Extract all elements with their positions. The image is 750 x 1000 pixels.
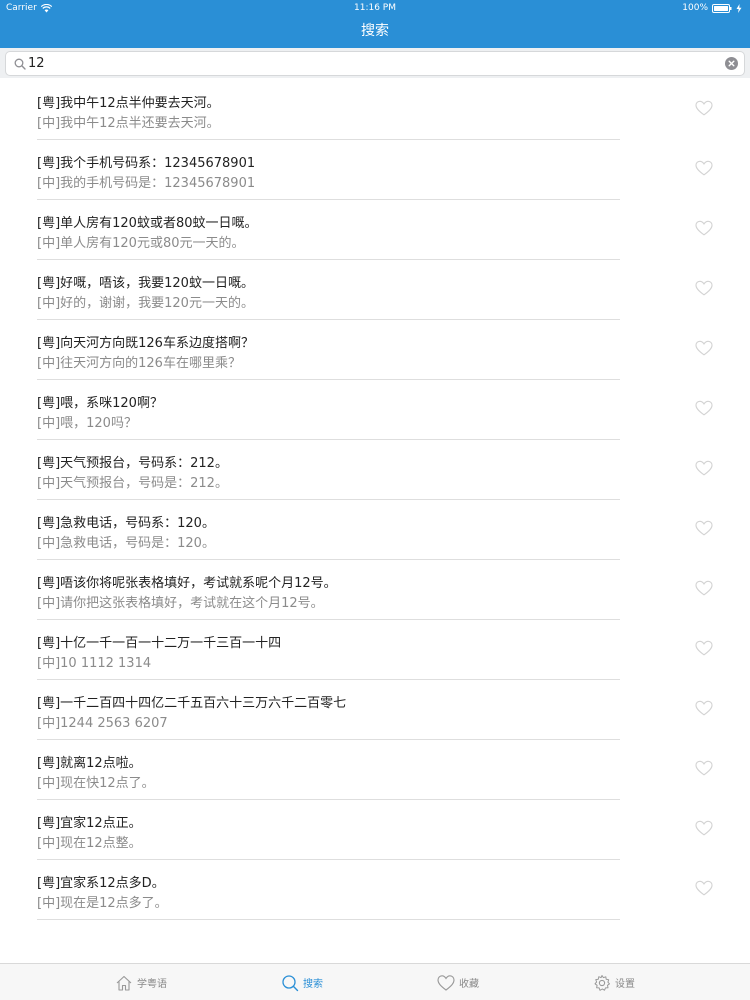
favorite-heart-icon[interactable] <box>695 100 713 116</box>
favorite-heart-icon[interactable] <box>695 700 713 716</box>
tab-label: 搜索 <box>303 979 323 990</box>
mandarin-translation: [中]现在是12点多了。 <box>37 896 168 911</box>
favorite-heart-icon[interactable] <box>695 400 713 416</box>
favorite-heart-icon[interactable] <box>695 280 713 296</box>
favorite-heart-icon[interactable] <box>695 760 713 776</box>
cantonese-phrase: [粤]宜家12点正。 <box>37 816 142 831</box>
mandarin-translation: [中]请你把这张表格填好，考试就在这个月12号。 <box>37 596 324 611</box>
list-item[interactable]: [粤]天气预报台，号码系：212。 [中]天气预报台，号码是：212。 <box>0 440 750 500</box>
list-item[interactable]: [粤]宜家系12点多D。 [中]现在是12点多了。 <box>0 860 750 920</box>
cantonese-phrase: [粤]我个手机号码系：12345678901 <box>37 156 256 171</box>
page-title: 搜索 <box>361 23 389 39</box>
status-bar: Carrier 11:16 PM 100% <box>0 0 750 16</box>
cantonese-phrase: [粤]宜家系12点多D。 <box>37 876 165 891</box>
list-item[interactable]: [粤]我个手机号码系：12345678901 [中]我的手机号码是：123456… <box>0 140 750 200</box>
mandarin-translation: [中]急救电话，号码是：120。 <box>37 536 215 551</box>
mandarin-translation: [中]我中午12点半还要去天河。 <box>37 116 220 131</box>
search-field[interactable] <box>5 51 745 76</box>
mandarin-translation: [中]单人房有120元或80元一天的。 <box>37 236 245 251</box>
clear-search-icon[interactable] <box>725 57 738 70</box>
list-item[interactable]: [粤]喂，系咪120啊？ [中]喂，120吗？ <box>0 380 750 440</box>
cantonese-phrase: [粤]向天河方向既126车系边度搭啊？ <box>37 336 254 351</box>
search-icon <box>282 974 299 991</box>
mandarin-translation: [中]现在12点整。 <box>37 836 142 851</box>
search-results-list: [粤]我中午12点半仲要去天河。 [中]我中午12点半还要去天河。 [粤]我个手… <box>0 80 750 920</box>
cantonese-phrase: [粤]唔该你将呢张表格填好，考试就系呢个月12号。 <box>37 576 337 591</box>
mandarin-translation: [中]喂，120吗？ <box>37 416 137 431</box>
mandarin-translation: [中]现在快12点了。 <box>37 776 155 791</box>
mandarin-translation: [中]1244 2563 6207 <box>37 716 168 731</box>
cantonese-phrase: [粤]一千二百四十四亿二千五百六十三万六千二百零七 <box>37 696 347 711</box>
tab-label: 学粤语 <box>137 979 167 990</box>
home-icon <box>116 975 132 991</box>
list-item[interactable]: [粤]急救电话，号码系：120。 [中]急救电话，号码是：120。 <box>0 500 750 560</box>
battery-indicator: 100% <box>682 0 742 16</box>
tab-label: 设置 <box>615 979 635 990</box>
search-input[interactable] <box>28 54 718 73</box>
status-time: 11:16 PM <box>354 3 396 13</box>
favorite-heart-icon[interactable] <box>695 160 713 176</box>
charging-icon <box>736 3 742 13</box>
search-bar <box>0 48 750 78</box>
tab-learn-cantonese[interactable]: 学粤语 <box>115 964 167 1000</box>
list-item[interactable]: [粤]十亿一千一百一十二万一千三百一十四 [中]10 1112 1314 <box>0 620 750 680</box>
battery-percent: 100% <box>682 3 708 13</box>
list-item[interactable]: [粤]单人房有120蚊或者80蚊一日嘅。 [中]单人房有120元或80元一天的。 <box>0 200 750 260</box>
mandarin-translation: [中]10 1112 1314 <box>37 656 152 671</box>
cantonese-phrase: [粤]好嘅，唔该，我要120蚊一日嘅。 <box>37 276 254 291</box>
list-item[interactable]: [粤]我中午12点半仲要去天河。 [中]我中午12点半还要去天河。 <box>0 80 750 140</box>
row-divider <box>37 919 620 920</box>
cantonese-phrase: [粤]单人房有120蚊或者80蚊一日嘅。 <box>37 216 258 231</box>
list-item[interactable]: [粤]一千二百四十四亿二千五百六十三万六千二百零七 [中]1244 2563 6… <box>0 680 750 740</box>
gear-icon <box>594 974 610 991</box>
tab-settings[interactable]: 设置 <box>593 964 635 1000</box>
cantonese-phrase: [粤]急救电话，号码系：120。 <box>37 516 215 531</box>
cantonese-phrase: [粤]天气预报台，号码系：212。 <box>37 456 228 471</box>
tab-favorites[interactable]: 收藏 <box>437 964 479 1000</box>
favorite-heart-icon[interactable] <box>695 820 713 836</box>
favorite-heart-icon[interactable] <box>695 580 713 596</box>
cantonese-phrase: [粤]我中午12点半仲要去天河。 <box>37 96 220 111</box>
list-item[interactable]: [粤]好嘅，唔该，我要120蚊一日嘅。 [中]好的，谢谢，我要120元一天的。 <box>0 260 750 320</box>
mandarin-translation: [中]往天河方向的126车在哪里乘？ <box>37 356 241 371</box>
list-item[interactable]: [粤]向天河方向既126车系边度搭啊？ [中]往天河方向的126车在哪里乘？ <box>0 320 750 380</box>
tab-label: 收藏 <box>459 979 479 990</box>
cantonese-phrase: [粤]喂，系咪120啊？ <box>37 396 163 411</box>
mandarin-translation: [中]我的手机号码是：12345678901 <box>37 176 256 191</box>
favorite-heart-icon[interactable] <box>695 880 713 896</box>
favorite-heart-icon[interactable] <box>695 220 713 236</box>
favorite-heart-icon[interactable] <box>695 340 713 356</box>
heart-icon <box>437 974 455 991</box>
favorite-heart-icon[interactable] <box>695 520 713 536</box>
navigation-bar: Carrier 11:16 PM 100% 搜索 <box>0 0 750 48</box>
list-item[interactable]: [粤]宜家12点正。 [中]现在12点整。 <box>0 800 750 860</box>
tab-bar: 学粤语 搜索 收藏 设置 <box>0 963 750 1000</box>
list-item[interactable]: [粤]就离12点啦。 [中]现在快12点了。 <box>0 740 750 800</box>
search-icon <box>14 58 26 70</box>
favorite-heart-icon[interactable] <box>695 640 713 656</box>
mandarin-translation: [中]天气预报台，号码是：212。 <box>37 476 228 491</box>
tab-search[interactable]: 搜索 <box>281 964 323 1000</box>
cantonese-phrase: [粤]十亿一千一百一十二万一千三百一十四 <box>37 636 282 651</box>
cantonese-phrase: [粤]就离12点啦。 <box>37 756 142 771</box>
favorite-heart-icon[interactable] <box>695 460 713 476</box>
list-item[interactable]: [粤]唔该你将呢张表格填好，考试就系呢个月12号。 [中]请你把这张表格填好，考… <box>0 560 750 620</box>
mandarin-translation: [中]好的，谢谢，我要120元一天的。 <box>37 296 254 311</box>
battery-icon <box>712 3 732 13</box>
